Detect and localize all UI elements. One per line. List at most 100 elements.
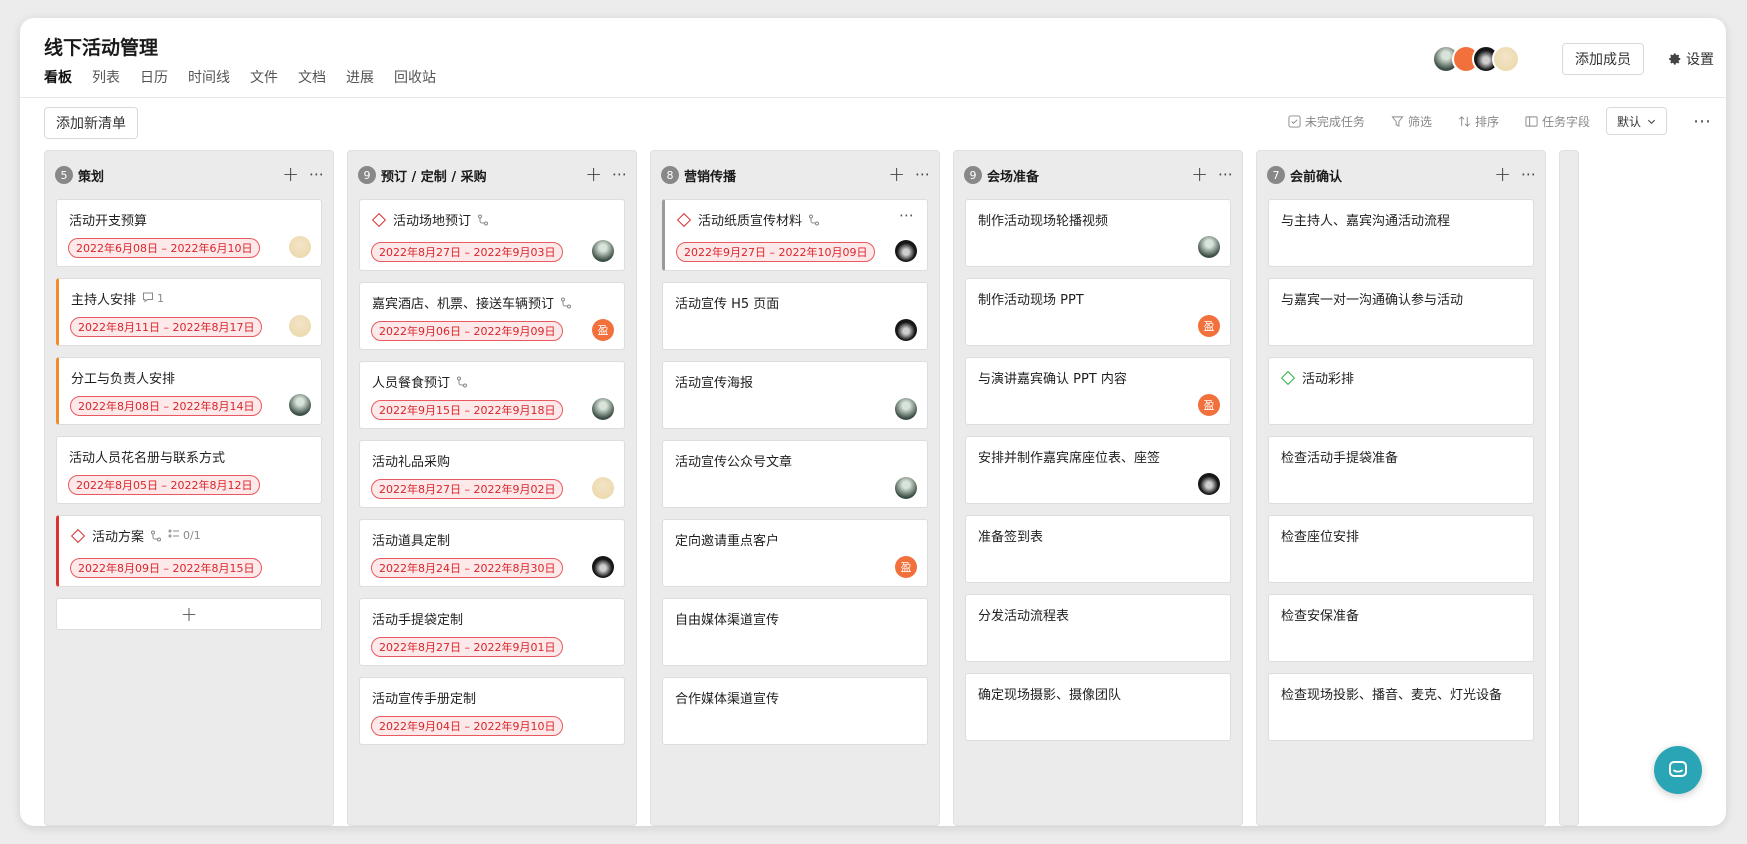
assignee-avatar[interactable]: 盈: [592, 319, 614, 341]
add-task-icon[interactable]: +: [585, 164, 602, 184]
add-task-icon[interactable]: +: [888, 164, 905, 184]
settings-label: 设置: [1686, 52, 1714, 68]
column-more-icon[interactable]: ⋯: [309, 164, 325, 184]
task-card[interactable]: 活动彩排: [1268, 357, 1534, 425]
assignee-avatar[interactable]: [592, 398, 614, 420]
assignee-avatar[interactable]: 盈: [895, 556, 917, 578]
toolbar-more-icon[interactable]: ⋯: [1693, 111, 1712, 132]
task-card[interactable]: 与主持人、嘉宾沟通活动流程: [1268, 199, 1534, 267]
filter-button[interactable]: 筛选: [1391, 113, 1432, 130]
add-member-button[interactable]: 添加成员: [1562, 43, 1644, 75]
due-date-tag: 2022年8月05日 – 2022年8月12日: [68, 475, 261, 495]
column-more-icon[interactable]: ⋯: [1521, 164, 1537, 184]
task-card[interactable]: ⋯ 活动纸质宣传材料 2022年9月27日 – 2022年10月09日: [662, 199, 928, 271]
task-card[interactable]: 检查座位安排: [1268, 515, 1534, 583]
task-title: 活动彩排: [1302, 372, 1355, 387]
assignee-avatar[interactable]: [289, 236, 311, 258]
assignee-avatar[interactable]: [1198, 473, 1220, 495]
due-date-tag: 2022年8月08日 – 2022年8月14日: [70, 396, 263, 416]
task-card[interactable]: 活动宣传海报: [662, 361, 928, 429]
task-card[interactable]: 检查安保准备: [1268, 594, 1534, 662]
add-task-icon[interactable]: +: [1191, 164, 1208, 184]
tab-files[interactable]: 文件: [250, 67, 278, 87]
column-more-icon[interactable]: ⋯: [915, 164, 931, 184]
column-title[interactable]: 预订 / 定制 / 采购: [381, 166, 487, 185]
tab-timeline[interactable]: 时间线: [188, 67, 230, 87]
tab-list[interactable]: 列表: [92, 67, 120, 87]
assignee-avatar[interactable]: [592, 477, 614, 499]
card-more-icon[interactable]: ⋯: [899, 206, 915, 224]
board-column: 9 预订 / 定制 / 采购 + ⋯ 活动场地预订 2022年8月27日 – 20…: [347, 150, 637, 826]
settings-button[interactable]: 设置: [1668, 49, 1714, 69]
task-card[interactable]: 活动手提袋定制 2022年8月27日 – 2022年9月01日: [359, 598, 625, 666]
assignee-avatar[interactable]: [895, 477, 917, 499]
task-fields-button[interactable]: 任务字段: [1525, 113, 1590, 130]
assignee-avatar[interactable]: [592, 240, 614, 262]
task-card[interactable]: 定向邀请重点客户盈: [662, 519, 928, 587]
task-card[interactable]: 活动宣传 H5 页面: [662, 282, 928, 350]
task-card[interactable]: 与嘉宾一对一沟通确认参与活动: [1268, 278, 1534, 346]
task-card[interactable]: 安排并制作嘉宾席座位表、座签: [965, 436, 1231, 504]
task-card[interactable]: 主持人安排 1 2022年8月11日 – 2022年8月17日: [56, 278, 322, 346]
column-title[interactable]: 会场准备: [987, 166, 1039, 185]
add-card-button[interactable]: +: [56, 598, 322, 630]
assignee-avatar[interactable]: 盈: [1198, 394, 1220, 416]
task-card[interactable]: 嘉宾酒店、机票、接送车辆预订 2022年9月06日 – 2022年9月09日 盈: [359, 282, 625, 350]
task-card[interactable]: 活动宣传公众号文章: [662, 440, 928, 508]
task-card[interactable]: 人员餐食预订 2022年9月15日 – 2022年9月18日: [359, 361, 625, 429]
task-card[interactable]: 分工与负责人安排 2022年8月08日 – 2022年8月14日: [56, 357, 322, 425]
milestone-diamond-icon: [676, 212, 692, 227]
task-title-row: 活动道具定制: [372, 530, 612, 549]
task-card[interactable]: 自由媒体渠道宣传: [662, 598, 928, 666]
column-actions: + ⋯: [888, 164, 931, 184]
add-task-icon[interactable]: +: [1494, 164, 1511, 184]
task-card[interactable]: 分发活动流程表: [965, 594, 1231, 662]
task-card[interactable]: 制作活动现场轮播视频: [965, 199, 1231, 267]
assignee-avatar[interactable]: [895, 240, 917, 262]
avatar-initial: 盈: [900, 561, 912, 574]
column-more-icon[interactable]: ⋯: [1218, 164, 1234, 184]
column-title[interactable]: 营销传播: [684, 166, 736, 185]
add-list-button[interactable]: 添加新清单: [44, 107, 138, 139]
tab-kanban[interactable]: 看板: [44, 67, 72, 87]
member-avatars[interactable]: [1432, 45, 1520, 73]
task-card[interactable]: 活动宣传手册定制 2022年9月04日 – 2022年9月10日: [359, 677, 625, 745]
task-card[interactable]: 活动人员花名册与联系方式 2022年8月05日 – 2022年8月12日: [56, 436, 322, 504]
sort-button[interactable]: 排序: [1458, 113, 1499, 130]
column-title[interactable]: 策划: [78, 166, 104, 185]
assignee-avatar[interactable]: [1198, 236, 1220, 258]
task-card[interactable]: 制作活动现场 PPT 盈: [965, 278, 1231, 346]
tab-recycle-bin[interactable]: 回收站: [394, 67, 436, 87]
task-card[interactable]: 活动开支预算 2022年6月08日 – 2022年6月10日: [56, 199, 322, 267]
member-avatar[interactable]: [1492, 45, 1520, 73]
task-card[interactable]: 活动道具定制 2022年8月24日 – 2022年8月30日: [359, 519, 625, 587]
assignee-avatar[interactable]: [592, 556, 614, 578]
task-card[interactable]: 合作媒体渠道宣传: [662, 677, 928, 745]
column-title[interactable]: 会前确认: [1290, 166, 1342, 185]
task-card[interactable]: 活动礼品采购 2022年8月27日 – 2022年9月02日: [359, 440, 625, 508]
task-title-row: 分发活动流程表: [978, 605, 1218, 624]
task-title-row: 活动纸质宣传材料: [676, 210, 915, 229]
task-card[interactable]: 准备签到表: [965, 515, 1231, 583]
task-card[interactable]: 检查现场投影、播音、麦克、灯光设备: [1268, 673, 1534, 741]
task-card[interactable]: 确定现场摄影、摄像团队: [965, 673, 1231, 741]
add-task-icon[interactable]: +: [282, 164, 299, 184]
tab-calendar[interactable]: 日历: [140, 67, 168, 87]
task-card[interactable]: 活动方案 0/1 2022年8月09日 – 2022年8月15日: [56, 515, 322, 587]
assignee-avatar[interactable]: [289, 394, 311, 416]
assignee-avatar[interactable]: [289, 315, 311, 337]
task-card[interactable]: 检查活动手提袋准备: [1268, 436, 1534, 504]
task-card[interactable]: 活动场地预订 2022年8月27日 – 2022年9月03日: [359, 199, 625, 271]
tab-docs[interactable]: 文档: [298, 67, 326, 87]
assignee-avatar[interactable]: [895, 398, 917, 420]
incomplete-tasks-toggle[interactable]: 未完成任务: [1288, 113, 1365, 130]
column-more-icon[interactable]: ⋯: [612, 164, 628, 184]
view-preset-select[interactable]: 默认: [1605, 107, 1667, 135]
chat-support-button[interactable]: [1654, 746, 1702, 794]
assignee-avatar[interactable]: [895, 319, 917, 341]
assignee-avatar[interactable]: 盈: [1198, 315, 1220, 337]
task-card[interactable]: 与演讲嘉宾确认 PPT 内容盈: [965, 357, 1231, 425]
tab-progress[interactable]: 进展: [346, 67, 374, 87]
due-date-tag: 2022年8月27日 – 2022年9月03日: [371, 242, 564, 262]
column-header: 9 会场准备 + ⋯: [954, 151, 1242, 199]
